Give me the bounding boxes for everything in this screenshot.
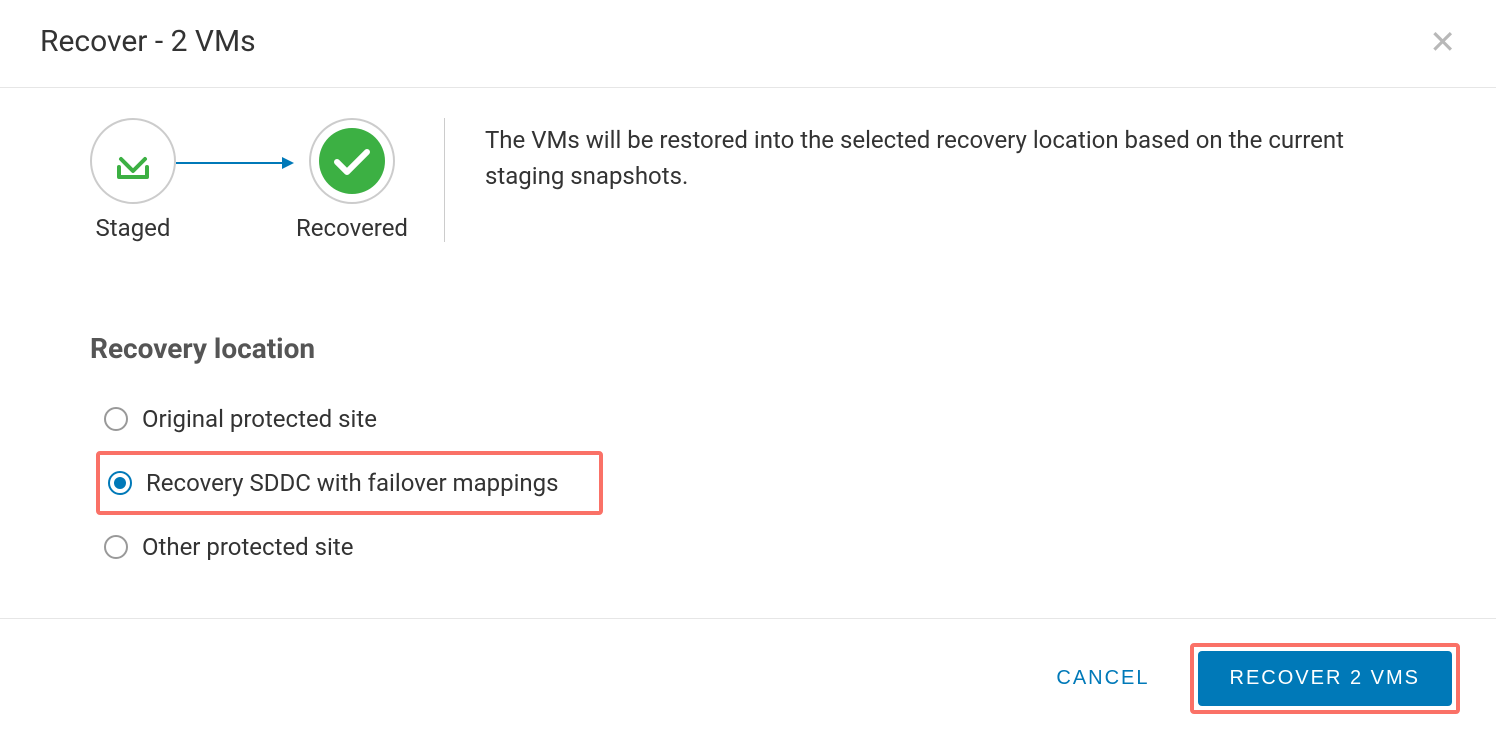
progress-diagram: Staged Recovered: [90, 118, 445, 242]
radio-label: Original protected site: [142, 405, 377, 433]
radio-label: Other protected site: [142, 533, 353, 561]
staged-icon: [90, 118, 176, 204]
radio-label: Recovery SDDC with failover mappings: [146, 469, 559, 497]
recovered-icon: [309, 118, 395, 204]
step-recovered: Recovered: [296, 118, 408, 242]
radio-icon: [108, 471, 132, 495]
modal-title: Recover - 2 VMs: [40, 24, 256, 59]
recovery-location-group: Original protected site Recovery SDDC wi…: [96, 395, 1436, 571]
description-text: The VMs will be restored into the select…: [485, 118, 1436, 194]
step-staged: Staged: [90, 118, 176, 242]
close-icon[interactable]: ✕: [1429, 26, 1456, 58]
arrow-icon: [176, 153, 296, 173]
radio-recovery-sddc[interactable]: Recovery SDDC with failover mappings: [96, 451, 603, 515]
modal-footer: CANCEL RECOVER 2 VMS: [0, 618, 1496, 738]
recover-button[interactable]: RECOVER 2 VMS: [1198, 651, 1452, 706]
radio-original-protected-site[interactable]: Original protected site: [96, 395, 393, 443]
cancel-button[interactable]: CANCEL: [1040, 653, 1165, 704]
radio-icon: [104, 407, 128, 431]
recover-modal: Recover - 2 VMs ✕ Staged: [0, 0, 1496, 738]
modal-body: Staged Recovered: [0, 88, 1496, 618]
section-title: Recovery location: [90, 332, 1436, 365]
progress-row: Staged Recovered: [90, 118, 1436, 242]
modal-header: Recover - 2 VMs ✕: [0, 0, 1496, 88]
step-recovered-label: Recovered: [296, 214, 408, 242]
confirm-button-highlight: RECOVER 2 VMS: [1190, 643, 1460, 714]
radio-other-protected-site[interactable]: Other protected site: [96, 523, 369, 571]
radio-icon: [104, 535, 128, 559]
step-staged-label: Staged: [96, 214, 171, 242]
